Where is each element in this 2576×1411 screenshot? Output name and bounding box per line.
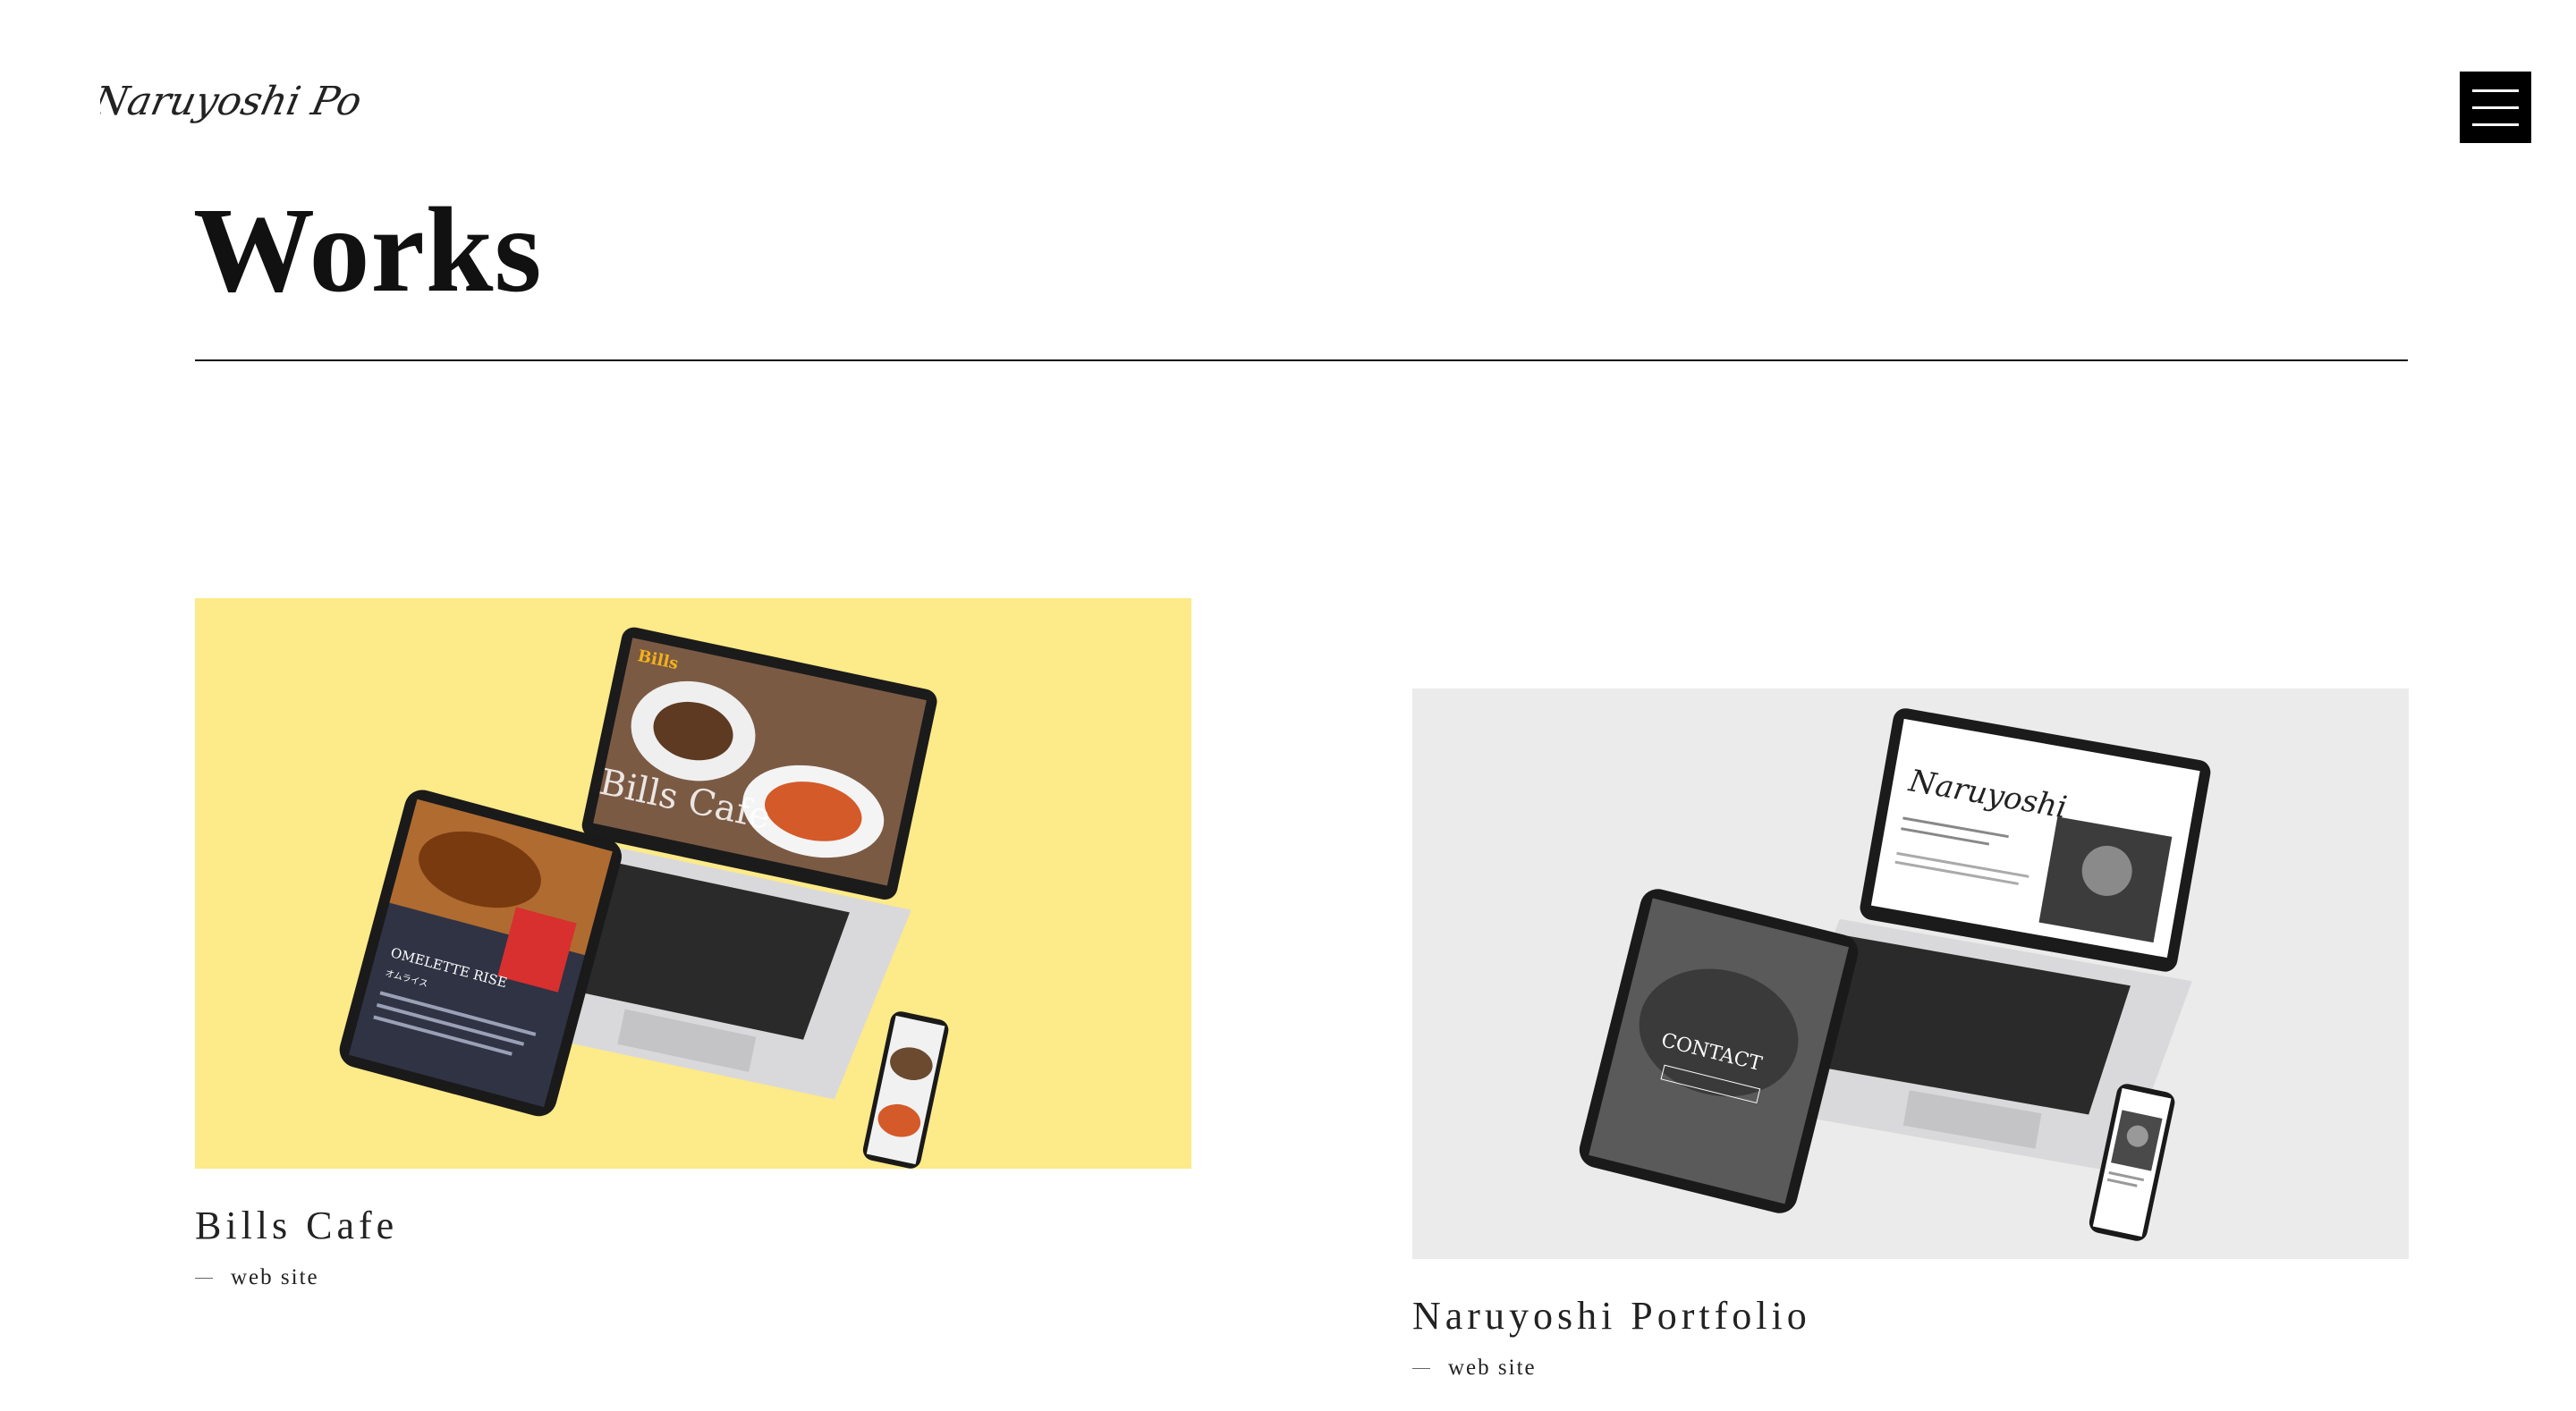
logo-text: Naruyoshi Portfolio: [100, 79, 360, 123]
hamburger-menu-button[interactable]: [2460, 72, 2531, 143]
work-title[interactable]: Naruyoshi Portfolio: [1412, 1293, 2409, 1339]
hamburger-line: [2472, 106, 2519, 109]
work-thumbnail[interactable]: Bills Bills Cafe OMELETTE RISE オムライス: [195, 598, 1191, 1169]
work-card-naruyoshi-portfolio[interactable]: Naruyoshi CONTACT Naruyoshi Portfolio we…: [1412, 689, 2409, 1381]
hamburger-line: [2472, 89, 2519, 92]
hamburger-line: [2472, 123, 2519, 126]
work-type-label: web site: [231, 1265, 319, 1289]
dash-icon: [1412, 1367, 1430, 1369]
device-mockup-image: Bills Bills Cafe OMELETTE RISE オムライス: [195, 598, 1191, 1169]
logo-signature: Naruyoshi Portfolio: [100, 79, 360, 123]
title-divider: [195, 359, 2408, 361]
work-type: web site: [1412, 1356, 2409, 1381]
work-title[interactable]: Bills Cafe: [195, 1203, 1191, 1249]
site-logo[interactable]: Naruyoshi Portfolio: [100, 63, 360, 143]
work-type-label: web site: [1448, 1356, 1537, 1380]
dash-icon: [195, 1277, 213, 1279]
page-title: Works: [193, 183, 543, 317]
work-type: web site: [195, 1265, 1191, 1290]
device-mockup-image: Naruyoshi CONTACT: [1412, 689, 2409, 1259]
work-card-bills-cafe[interactable]: Bills Bills Cafe OMELETTE RISE オムライス Bil…: [195, 598, 1191, 1290]
work-thumbnail[interactable]: Naruyoshi CONTACT: [1412, 689, 2409, 1259]
